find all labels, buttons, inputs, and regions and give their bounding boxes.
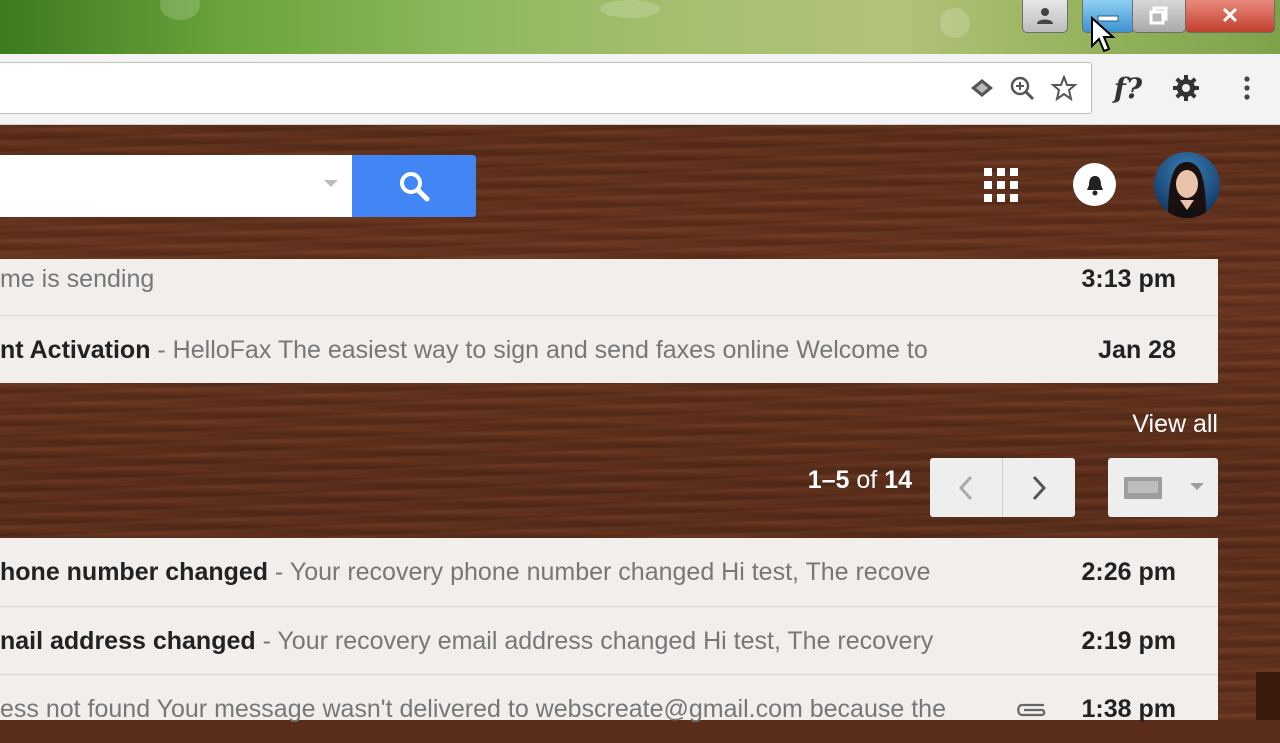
gear-icon[interactable]: [1170, 72, 1202, 104]
user-profile-button[interactable]: [1022, 0, 1068, 33]
paperclip-icon: [1017, 703, 1046, 717]
close-button[interactable]: ✕: [1185, 0, 1275, 33]
email-time: 2:26 pm: [1081, 558, 1176, 586]
email-snippet: - HelloFax The easiest way to sign and s…: [150, 336, 928, 364]
page-scrollbar-thumb[interactable]: [1256, 672, 1280, 720]
email-time: 2:19 pm: [1081, 627, 1176, 655]
notifications-button[interactable]: [1073, 163, 1116, 206]
restore-icon: [1149, 6, 1168, 25]
close-icon: ✕: [1220, 3, 1240, 28]
email-row[interactable]: nt Activation - HelloFax The easiest way…: [0, 315, 1218, 384]
email-row[interactable]: me is sending 3:13 pm: [0, 259, 1218, 315]
chevron-left-icon: [958, 475, 973, 500]
input-tools-button[interactable]: [1108, 458, 1218, 517]
bookmark-star-icon[interactable]: [1048, 72, 1080, 104]
apps-grid-icon[interactable]: [984, 168, 1018, 202]
email-list-bottom: hone number changed - Your recovery phon…: [0, 538, 1218, 723]
pager-buttons: [930, 458, 1075, 517]
chevron-right-icon: [1032, 475, 1047, 500]
background-decoration: [600, 0, 660, 18]
email-subject: hone number changed: [0, 558, 269, 586]
email-summary: me is sending: [0, 259, 154, 315]
account-avatar[interactable]: [1154, 152, 1220, 218]
font-extension-button[interactable]: f?: [1106, 70, 1150, 106]
background-decoration: [940, 8, 970, 38]
maximize-button[interactable]: [1132, 0, 1186, 33]
email-snippet: me is sending: [0, 265, 155, 293]
email-summary: ess not found Your message wasn't delive…: [0, 675, 998, 743]
profile-photo: [1168, 162, 1206, 218]
mouse-cursor-icon: [1091, 16, 1116, 53]
email-snippet: ess not found Your message wasn't delive…: [0, 695, 946, 723]
pagination-total: 14: [884, 466, 912, 494]
background-decoration: [160, 0, 200, 20]
email-list-top: me is sending 3:13 pm nt Activation - He…: [0, 259, 1218, 383]
zoom-icon[interactable]: [1006, 72, 1038, 104]
user-icon: [1037, 8, 1053, 24]
email-time: Jan 28: [1098, 336, 1176, 364]
email-subject: nail address changed: [0, 627, 256, 655]
search-button[interactable]: [352, 155, 476, 217]
email-snippet: - Your recovery phone number changed Hi …: [268, 558, 931, 586]
email-snippet: - Your recovery email address changed Hi…: [255, 627, 934, 655]
kebab-menu-icon[interactable]: [1232, 72, 1262, 104]
email-row[interactable]: nail address changed - Your recovery ema…: [0, 606, 1218, 675]
view-all-link[interactable]: View all: [1100, 410, 1218, 439]
newer-page-button[interactable]: [930, 458, 1003, 517]
email-subject: nt Activation: [0, 336, 151, 364]
bell-icon: [1086, 175, 1103, 195]
address-bar[interactable]: [0, 62, 1092, 114]
search-icon: [400, 172, 430, 202]
email-summary: nt Activation - HelloFax The easiest way…: [0, 316, 1000, 384]
email-summary: hone number changed - Your recovery phon…: [0, 538, 998, 606]
browser-toolbar: f?: [0, 54, 1280, 125]
window-title-bar: ✕: [0, 0, 1280, 54]
older-page-button[interactable]: [1003, 458, 1075, 517]
search-options-dropdown-icon[interactable]: [324, 180, 338, 187]
pagination-range: 1–5: [807, 466, 850, 494]
email-time: 3:13 pm: [1081, 265, 1176, 293]
keyboard-icon: [1124, 477, 1204, 499]
pagination-label: 1–5 of 14: [760, 466, 912, 495]
mail-search-input[interactable]: [0, 155, 352, 217]
email-row[interactable]: hone number changed - Your recovery phon…: [0, 538, 1218, 606]
extension-diamond-icon[interactable]: [966, 72, 998, 104]
email-time: 1:38 pm: [1081, 695, 1176, 723]
email-summary: nail address changed - Your recovery ema…: [0, 607, 998, 675]
email-row[interactable]: ess not found Your message wasn't delive…: [0, 674, 1218, 743]
pagination-of: of: [849, 466, 885, 494]
